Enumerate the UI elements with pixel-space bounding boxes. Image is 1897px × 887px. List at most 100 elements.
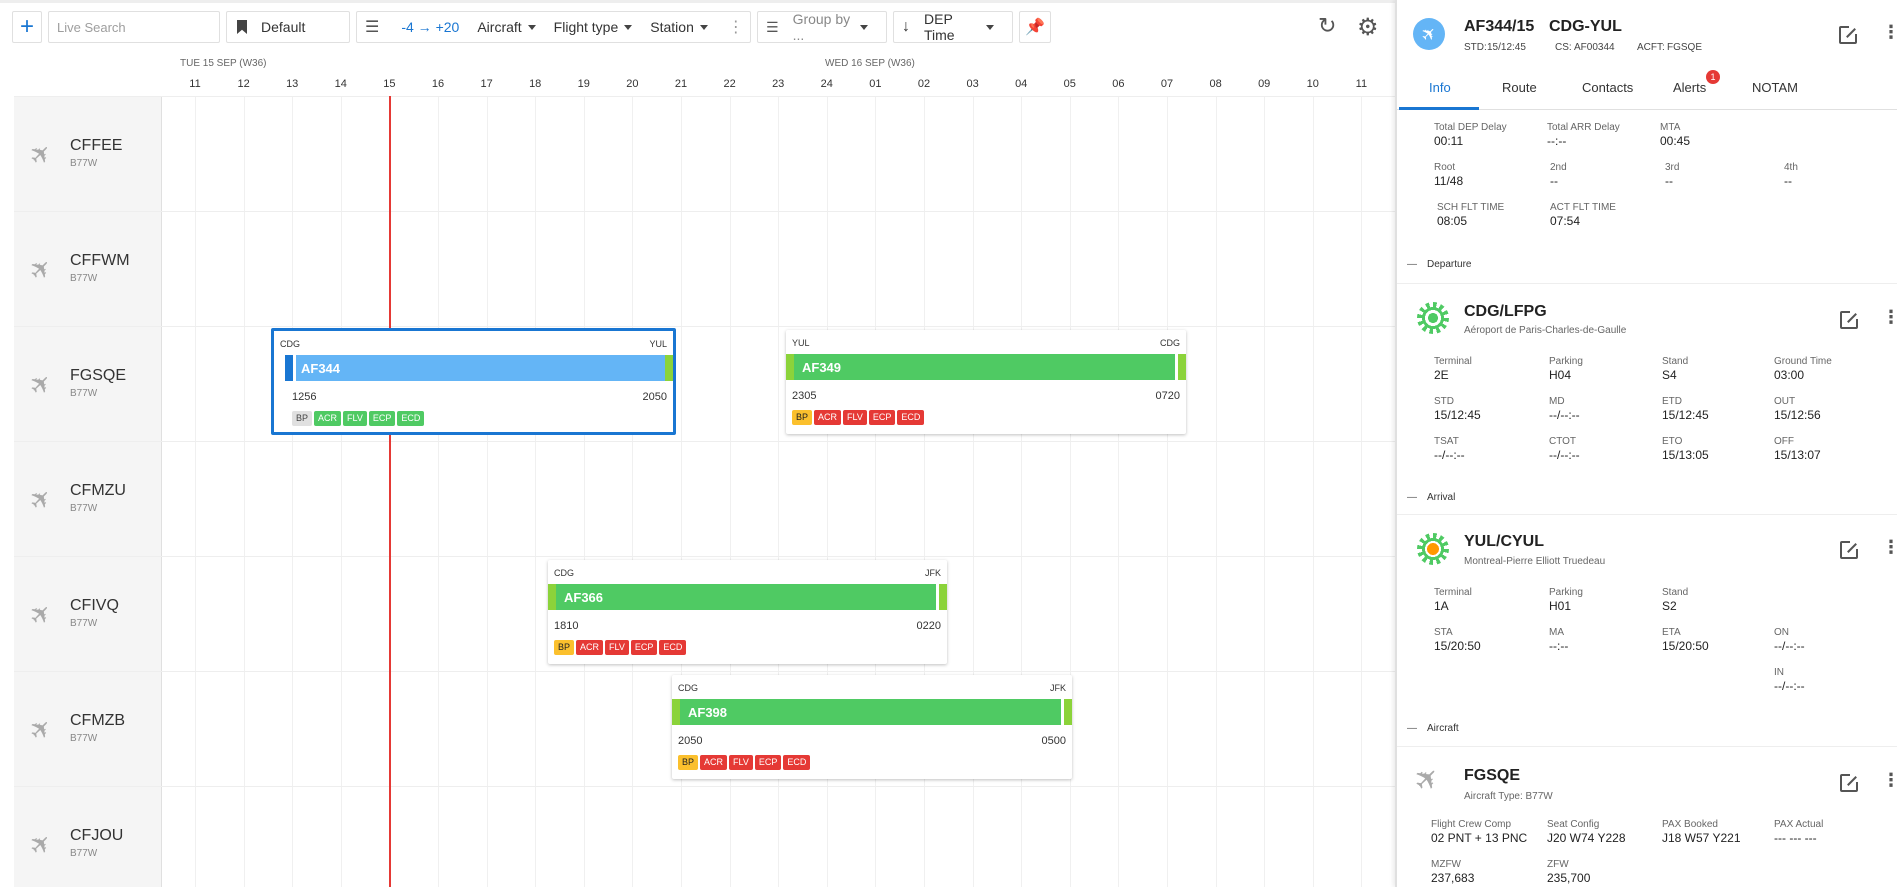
hour-tick-label: 04 xyxy=(1015,78,1028,90)
aircraft-registration: CFJOU xyxy=(70,827,124,844)
sort-dropdown[interactable]: ↓ DEP Time xyxy=(893,11,1013,43)
flight-card[interactable]: CDG YUL AF344 1256 2050 BP ACR FLV ECP E… xyxy=(271,328,676,435)
tag-flv: FLV xyxy=(605,640,629,655)
flight-number: AF398 xyxy=(688,705,728,720)
more-filters-icon[interactable]: ⋮ xyxy=(728,17,744,37)
open-external-icon[interactable] xyxy=(1839,25,1858,44)
tag-bp: BP xyxy=(792,410,813,425)
gear-icon[interactable]: ⚙ xyxy=(1357,13,1379,42)
hour-tick-label: 14 xyxy=(334,78,347,90)
filter-aircraft-dropdown[interactable]: Aircraft xyxy=(477,19,535,35)
toolbar: + Live Search Default ☰ -4 → +20 Aircraf… xyxy=(12,10,1057,44)
departure-field: CTOT --/--:-- xyxy=(1549,436,1580,462)
panel-tabs: Info Route Contacts Alerts NOTAM xyxy=(1397,74,1897,110)
refresh-icon[interactable]: ↻ xyxy=(1318,13,1336,39)
flight-bar[interactable]: AF366 xyxy=(548,584,947,610)
airplane-icon: ✈ xyxy=(22,135,59,173)
hour-tick-label: 23 xyxy=(772,78,785,90)
aircraft-row-header[interactable]: ✈ CFJOU B77W xyxy=(14,787,162,887)
tab-alerts[interactable]: Alerts xyxy=(1673,80,1706,95)
tag-ecd: ECD xyxy=(397,411,425,426)
hour-tick-label: 15 xyxy=(383,78,396,90)
open-external-icon[interactable] xyxy=(1840,310,1859,329)
filter-icon[interactable]: ☰ xyxy=(365,17,379,37)
flight-bar[interactable]: AF349 xyxy=(786,354,1186,380)
status-tags: BP ACR FLV ECP ECD xyxy=(678,755,812,770)
tab-contacts[interactable]: Contacts xyxy=(1582,80,1633,95)
aircraft-row: ✈ CFFWM B77W xyxy=(14,211,1395,327)
dep-station: CDG xyxy=(554,568,574,578)
dep-time: 2305 xyxy=(792,390,817,402)
filter-station-dropdown[interactable]: Station xyxy=(650,19,708,35)
aircraft-type: B77W xyxy=(70,618,98,629)
arrival-field: Parking H01 xyxy=(1549,587,1583,613)
open-external-icon[interactable] xyxy=(1840,540,1859,559)
more-icon[interactable]: ⋮ xyxy=(1882,307,1897,328)
departure-section-header[interactable]: Departure xyxy=(1407,259,1471,270)
add-button[interactable]: + xyxy=(12,11,42,43)
tag-acr: ACR xyxy=(314,411,342,426)
flight-card[interactable]: CDG JFK AF366 1810 0220 BP ACR FLV ECP E… xyxy=(548,560,947,664)
time-range-selector[interactable]: -4 → +20 xyxy=(401,19,459,35)
tag-acr: ACR xyxy=(576,640,604,655)
aircraft-row-header[interactable]: ✈ FGSQE B77W xyxy=(14,327,162,442)
aircraft-type: B77W xyxy=(70,503,98,514)
departure-field: OUT 15/12:56 xyxy=(1774,396,1821,422)
tag-bp: BP xyxy=(678,755,699,770)
aircraft-field: Flight Crew Comp 02 PNT + 13 PNC xyxy=(1431,819,1528,845)
hour-tick-label: 05 xyxy=(1063,78,1076,90)
plus-icon: + xyxy=(19,13,34,40)
tab-info[interactable]: Info xyxy=(1429,80,1451,95)
flight-id: AF344/15 xyxy=(1464,18,1535,35)
aircraft-row-header[interactable]: ✈ CFMZB B77W xyxy=(14,672,162,787)
aircraft-section-header[interactable]: Aircraft xyxy=(1407,723,1459,734)
arrival-section-header[interactable]: Arrival xyxy=(1407,492,1455,503)
tab-route[interactable]: Route xyxy=(1502,80,1537,95)
arr-station: YUL xyxy=(649,339,667,349)
filter-flight-type-dropdown[interactable]: Flight type xyxy=(554,19,633,35)
aircraft-row-header[interactable]: ✈ CFFWM B77W xyxy=(14,212,162,327)
root: Root 11/48 xyxy=(1434,162,1464,188)
dep-time: 1256 xyxy=(292,391,317,403)
hour-tick-label: 02 xyxy=(917,78,931,90)
flight-bar[interactable]: AF344 xyxy=(285,355,673,381)
tab-notam[interactable]: NOTAM xyxy=(1752,80,1798,95)
more-icon[interactable]: ⋮ xyxy=(1882,770,1897,791)
hour-tick-label: 20 xyxy=(626,78,639,90)
search-input[interactable]: Live Search xyxy=(48,11,220,43)
departure-field: Stand S4 xyxy=(1662,356,1689,382)
view-selector[interactable]: Default xyxy=(226,11,350,43)
dep-station: CDG xyxy=(678,683,698,693)
more-icon[interactable]: ⋮ xyxy=(1882,537,1897,558)
flight-number: AF366 xyxy=(564,590,604,605)
bookmark-icon xyxy=(237,20,247,34)
open-external-icon[interactable] xyxy=(1840,773,1859,792)
hour-tick-label: 22 xyxy=(723,78,736,90)
aircraft-field: PAX Actual --- --- --- xyxy=(1774,819,1824,845)
pin-button[interactable]: 📌 xyxy=(1019,11,1051,43)
dep-time: 1810 xyxy=(554,620,579,632)
tag-ecp: ECP xyxy=(630,640,658,655)
total-arr-delay: Total ARR Delay --:-- xyxy=(1547,122,1620,148)
hour-tick-label: 19 xyxy=(577,78,590,90)
flight-bar[interactable]: AF398 xyxy=(672,699,1072,725)
flight-card[interactable]: YUL CDG AF349 2305 0720 BP ACR FLV ECP E… xyxy=(786,330,1186,434)
tag-bp: BP xyxy=(292,411,313,426)
airplane-icon: ✈ xyxy=(22,825,59,863)
flight-route: CDG-YUL xyxy=(1549,18,1622,35)
aircraft-row-header[interactable]: ✈ CFIVQ B77W xyxy=(14,557,162,672)
more-icon[interactable]: ⋮ xyxy=(1882,22,1897,43)
aircraft-registration: CFIVQ xyxy=(70,597,119,614)
aircraft-type: B77W xyxy=(70,273,98,284)
airplane-icon: ✈ xyxy=(1407,758,1449,801)
alerts-badge: 1 xyxy=(1706,70,1720,84)
arr-time: 0220 xyxy=(916,620,941,632)
flight-card[interactable]: CDG JFK AF398 2050 0500 BP ACR FLV ECP E… xyxy=(672,675,1072,779)
airplane-icon: ✈ xyxy=(1406,11,1452,57)
group-by-dropdown[interactable]: ☰ Group by ... xyxy=(757,11,887,43)
hour-tick-label: 01 xyxy=(869,78,882,90)
aircraft-row: ✈ FGSQE B77W xyxy=(14,326,1395,442)
aircraft-row-header[interactable]: ✈ CFMZU B77W xyxy=(14,442,162,557)
sort-down-icon: ↓ xyxy=(902,18,910,35)
aircraft-row-header[interactable]: ✈ CFFEE B77W xyxy=(14,97,162,212)
